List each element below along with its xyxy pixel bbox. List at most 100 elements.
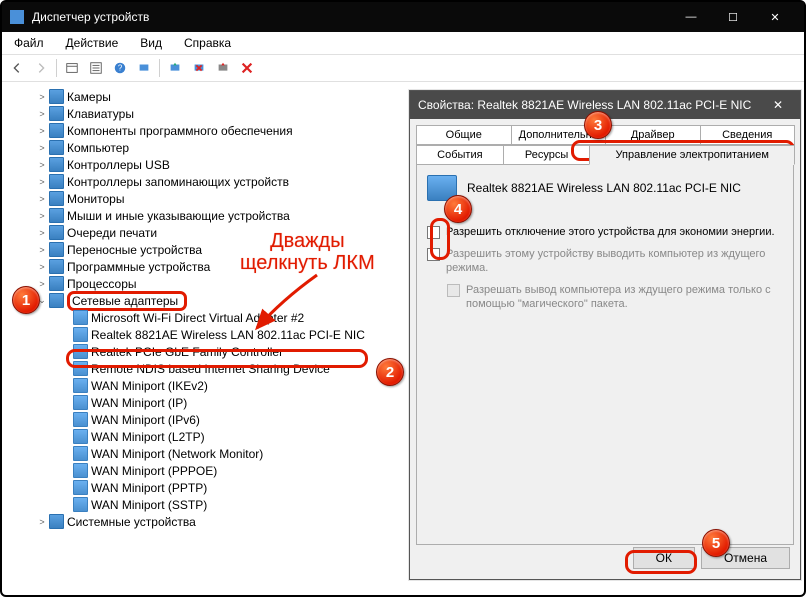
badge-1: 1 [12, 286, 40, 314]
expand-icon[interactable] [36, 279, 48, 289]
back-button[interactable] [6, 57, 28, 79]
category-label: Контроллеры USB [67, 158, 170, 172]
device-icon [73, 412, 88, 427]
category-icon [49, 259, 64, 274]
device-label: WAN Miniport (PPTP) [91, 481, 207, 495]
category-label: Компоненты программного обеспечения [67, 124, 293, 138]
remove-button[interactable] [236, 57, 258, 79]
category-label: Процессоры [67, 277, 137, 291]
device-icon [73, 310, 88, 325]
category-label: Сетевые адаптеры [72, 294, 178, 308]
expand-icon[interactable] [36, 92, 48, 102]
menu-view[interactable]: Вид [134, 34, 168, 52]
device-label: Remote NDIS based Internet Sharing Devic… [91, 362, 330, 376]
tab-content: Realtek 8821AE Wireless LAN 802.11ac PCI… [416, 165, 794, 545]
category-label: Переносные устройства [67, 243, 202, 257]
device-label: WAN Miniport (IPv6) [91, 413, 200, 427]
update-driver-button[interactable] [164, 57, 186, 79]
device-label: Microsoft Wi-Fi Direct Virtual Adapter #… [91, 311, 304, 325]
category-icon [49, 89, 64, 104]
category-label: Очереди печати [67, 226, 157, 240]
menubar: Файл Действие Вид Справка [2, 32, 804, 54]
expand-icon[interactable] [36, 177, 48, 187]
category-icon [49, 242, 64, 257]
category-icon [49, 293, 64, 308]
device-label: WAN Miniport (SSTP) [91, 498, 207, 512]
device-icon [73, 361, 88, 376]
app-icon [10, 10, 24, 24]
category-icon [49, 174, 64, 189]
checkbox-magic-packet [447, 284, 460, 297]
checkbox-label: Разрешить отключение этого устройства дл… [446, 225, 775, 239]
toolbar: ? [2, 54, 804, 82]
category-label: Системные устройства [67, 515, 196, 529]
minimize-button[interactable]: — [670, 2, 712, 32]
help-button[interactable]: ? [109, 57, 131, 79]
dialog-close-button[interactable]: ✕ [764, 98, 792, 112]
scan-button[interactable] [133, 57, 155, 79]
expand-icon[interactable] [36, 194, 48, 204]
expand-icon[interactable] [36, 160, 48, 170]
badge-2: 2 [376, 358, 404, 386]
category-icon [49, 123, 64, 138]
tab-power-management[interactable]: Управление электропитанием [589, 145, 795, 165]
uninstall-button[interactable] [188, 57, 210, 79]
device-label: WAN Miniport (PPPOE) [91, 464, 217, 478]
badge-4: 4 [444, 195, 472, 223]
device-header: Realtek 8821AE Wireless LAN 802.11ac PCI… [427, 175, 783, 201]
device-icon [73, 395, 88, 410]
category-icon [49, 276, 64, 291]
category-label: Программные устройства [67, 260, 210, 274]
disable-button[interactable] [212, 57, 234, 79]
device-label: Realtek 8821AE Wireless LAN 802.11ac PCI… [91, 328, 365, 342]
device-label: Realtek PCIe GbE Family Controller [91, 345, 283, 359]
forward-button[interactable] [30, 57, 52, 79]
ok-button[interactable]: ОК [633, 547, 695, 569]
close-button[interactable]: ✕ [754, 2, 796, 32]
expand-icon[interactable] [36, 211, 48, 221]
expand-icon[interactable] [36, 143, 48, 153]
checkbox-label: Разрешить этому устройству выводить комп… [446, 247, 783, 275]
checkbox-allow-off[interactable] [427, 226, 440, 239]
category-label: Мыши и иные указывающие устройства [67, 209, 290, 223]
category-icon [49, 106, 64, 121]
expand-icon[interactable] [36, 109, 48, 119]
tab-general[interactable]: Общие [416, 125, 512, 145]
expand-icon[interactable] [36, 245, 48, 255]
titlebar: Диспетчер устройств — ☐ ✕ [2, 2, 804, 32]
checkbox-wake[interactable] [427, 248, 440, 261]
properties-dialog: Свойства: Realtek 8821AE Wireless LAN 80… [409, 90, 801, 580]
tab-events[interactable]: События [416, 145, 504, 165]
tab-resources[interactable]: Ресурсы [503, 145, 591, 165]
annotation-text: Дваждыщелкнуть ЛКМ [240, 230, 375, 274]
expand-icon[interactable] [36, 228, 48, 238]
expand-icon[interactable] [36, 517, 48, 527]
category-label: Клавиатуры [67, 107, 134, 121]
category-label: Мониторы [67, 192, 124, 206]
tab-driver[interactable]: Драйвер [605, 125, 701, 145]
expand-icon[interactable] [36, 126, 48, 136]
device-icon [73, 446, 88, 461]
device-icon [73, 480, 88, 495]
category-label: Камеры [67, 90, 111, 104]
properties-button[interactable] [85, 57, 107, 79]
device-icon [73, 429, 88, 444]
category-icon [49, 191, 64, 206]
expand-icon[interactable] [36, 262, 48, 272]
category-icon [49, 157, 64, 172]
category-icon [49, 225, 64, 240]
menu-file[interactable]: Файл [8, 34, 50, 52]
tab-details[interactable]: Сведения [700, 125, 796, 145]
device-label: WAN Miniport (IKEv2) [91, 379, 208, 393]
menu-action[interactable]: Действие [60, 34, 125, 52]
menu-help[interactable]: Справка [178, 34, 237, 52]
checkbox-allow-off-row: Разрешить отключение этого устройства дл… [427, 225, 783, 239]
window-title: Диспетчер устройств [32, 10, 149, 24]
checkbox-wake-row: Разрешить этому устройству выводить комп… [427, 247, 783, 275]
show-hidden-button[interactable] [61, 57, 83, 79]
checkbox-label: Разрешать вывод компьютера из ждущего ре… [466, 283, 783, 311]
maximize-button[interactable]: ☐ [712, 2, 754, 32]
badge-3: 3 [584, 111, 612, 139]
device-label: WAN Miniport (IP) [91, 396, 187, 410]
device-icon [73, 463, 88, 478]
